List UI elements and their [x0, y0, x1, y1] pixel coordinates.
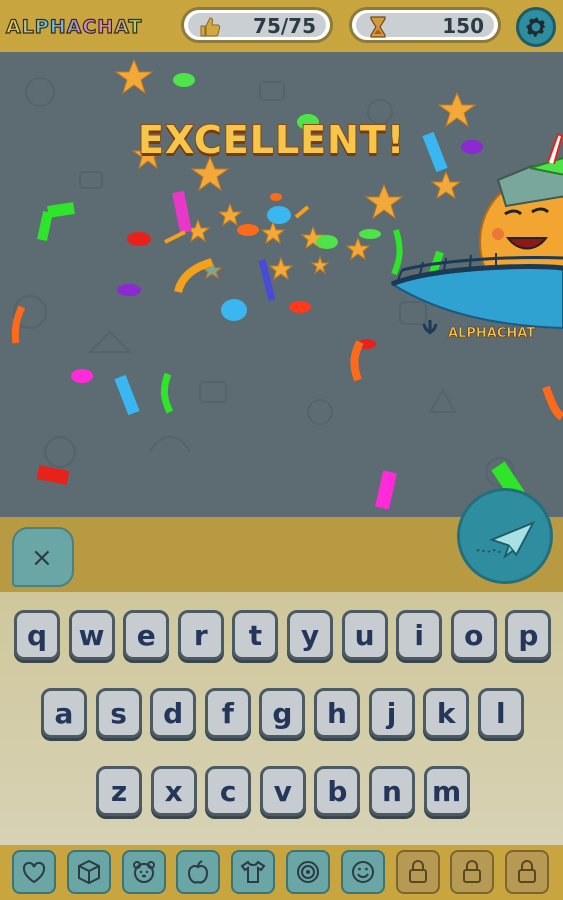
star: [364, 183, 404, 220]
toolbar-button-lock-locked[interactable]: [505, 850, 550, 894]
timer-value: 150: [442, 14, 484, 38]
star: [114, 58, 154, 95]
confetti-streamer: [172, 190, 192, 234]
key-g[interactable]: g: [259, 688, 306, 738]
confetti-streamer: [350, 340, 364, 382]
lock-icon: [518, 860, 537, 883]
key-t[interactable]: t: [232, 610, 279, 660]
toolbar-button-cube[interactable]: [66, 850, 111, 894]
confetti-streamer: [37, 210, 53, 242]
excellent-message: EXCELLENT!: [137, 117, 406, 163]
key-d[interactable]: d: [150, 688, 197, 738]
star: [345, 236, 371, 261]
timer-counter: 150: [349, 7, 501, 43]
key-v[interactable]: v: [259, 766, 306, 816]
confetti-streamer: [542, 385, 563, 421]
bear-face-icon: [132, 861, 155, 883]
key-q[interactable]: q: [14, 610, 60, 660]
key-k[interactable]: k: [423, 688, 470, 738]
toolbar-button-apple[interactable]: [176, 850, 221, 894]
toolbar-button-lock-locked[interactable]: [395, 850, 440, 894]
key-c[interactable]: c: [205, 766, 252, 816]
star: [310, 255, 330, 275]
confetti-dot: [71, 369, 93, 383]
confetti-dot: [461, 140, 483, 154]
key-n[interactable]: n: [369, 766, 415, 816]
key-m[interactable]: m: [423, 766, 470, 816]
confetti-dot: [267, 206, 291, 224]
thumbs-up-icon: [200, 17, 221, 37]
key-w[interactable]: w: [68, 610, 115, 660]
confetti-streamer: [47, 202, 75, 218]
confetti-streamer: [164, 230, 186, 244]
gear-icon: [526, 17, 546, 37]
confetti-dot: [127, 232, 151, 246]
target-icon: [297, 861, 319, 883]
confetti-dot: [173, 73, 195, 87]
toolbar-button-lock-locked[interactable]: [450, 850, 495, 894]
cube-icon: [77, 859, 100, 885]
heart-icon: [22, 861, 46, 884]
lock-icon: [408, 860, 427, 883]
app-logo: ALPHACHAT: [5, 9, 166, 45]
confetti-dot: [316, 235, 338, 249]
close-icon: ×: [31, 543, 53, 573]
confetti-dot: [237, 224, 259, 236]
confetti-streamer: [422, 131, 448, 173]
key-i[interactable]: i: [396, 610, 443, 660]
lock-icon: [463, 860, 482, 883]
toolbar-button-smiley[interactable]: [340, 850, 385, 894]
confetti-dot: [270, 193, 282, 201]
confetti-streamer: [36, 465, 70, 485]
key-s[interactable]: s: [95, 688, 142, 738]
confetti-streamer: [375, 470, 397, 510]
confetti-dot: [117, 284, 141, 296]
star: [437, 91, 477, 128]
key-j[interactable]: j: [368, 688, 415, 738]
send-button[interactable]: [457, 488, 553, 584]
key-r[interactable]: r: [177, 610, 224, 660]
toolbar-button-shirt[interactable]: [231, 850, 276, 894]
key-f[interactable]: f: [204, 688, 251, 738]
confetti-streamer: [294, 205, 310, 219]
key-x[interactable]: x: [150, 766, 197, 816]
confetti-streamer: [160, 372, 174, 414]
key-b[interactable]: b: [314, 766, 361, 816]
toolbar-button-bear-face[interactable]: [121, 850, 166, 894]
key-p[interactable]: p: [505, 610, 552, 660]
likes-value: 75/75: [253, 14, 316, 38]
toolbar-button-target[interactable]: [286, 850, 330, 894]
confetti-dot: [289, 301, 311, 313]
apple-icon: [188, 860, 209, 884]
star: [217, 202, 243, 227]
settings-button[interactable]: [516, 7, 556, 47]
star: [268, 256, 294, 281]
shirt-icon: [240, 860, 266, 883]
key-a[interactable]: a: [41, 688, 87, 738]
key-u[interactable]: u: [341, 610, 388, 660]
paper-plane-icon: [476, 521, 536, 560]
smiley-icon: [351, 861, 374, 883]
star: [260, 220, 286, 245]
key-o[interactable]: o: [450, 610, 497, 660]
star: [430, 170, 462, 200]
hourglass-icon: [370, 16, 386, 38]
confetti-dot: [359, 229, 381, 239]
key-y[interactable]: y: [287, 610, 333, 660]
likes-counter: 75/75: [181, 7, 333, 43]
clear-button[interactable]: ×: [12, 527, 74, 587]
boat-label: ALPHACHAT: [448, 326, 535, 341]
game-area: ALPHACHAT EXCELLENT!: [0, 52, 563, 517]
key-e[interactable]: e: [123, 610, 170, 660]
logo-text: ALPHACHAT: [5, 15, 143, 38]
key-z[interactable]: z: [96, 766, 142, 816]
key-h[interactable]: h: [314, 688, 360, 738]
confetti-streamer: [391, 229, 403, 276]
key-l[interactable]: l: [477, 688, 524, 738]
confetti-streamer: [114, 374, 140, 416]
boat: ALPHACHAT: [389, 253, 563, 341]
toolbar-button-heart[interactable]: [12, 850, 56, 894]
confetti-dot: [221, 299, 247, 321]
